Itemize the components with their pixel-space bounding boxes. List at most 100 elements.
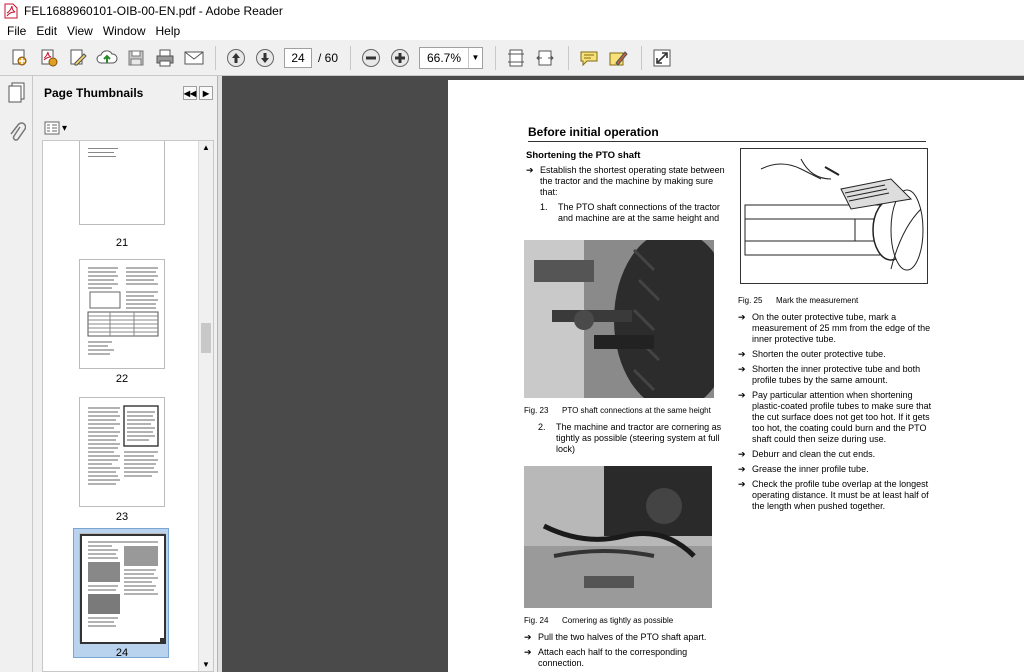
comment-button[interactable] [575, 45, 602, 71]
page-thumbnails-panel: Page Thumbnails ◀◀ ▶ ▾ 21 22 23 24 ▲ ▼ [34, 76, 218, 672]
arrow-right-icon: ➔ [526, 165, 534, 175]
scroll-up-icon[interactable]: ▲ [202, 143, 210, 152]
panel-next-button[interactable]: ▶ [199, 86, 213, 100]
upload-button[interactable] [93, 45, 120, 71]
instruction-step: ➔ Pay particular attention when shorteni… [738, 390, 932, 444]
scroll-down-icon[interactable]: ▼ [202, 660, 210, 669]
toolbar-separator [641, 45, 643, 70]
fit-width-icon [535, 50, 554, 65]
instruction-step: ➔ Grease the inner profile tube. [738, 464, 869, 474]
chevron-down-icon: ▾ [62, 122, 68, 134]
arrow-right-icon: ➔ [738, 464, 746, 474]
left-column: Shortening the PTO shaft ➔ Establish the… [526, 150, 726, 228]
numbered-item: 1. The PTO shaft connections of the trac… [540, 202, 720, 223]
highlight-button[interactable] [604, 45, 631, 71]
instruction-step: ➔ Shorten the outer protective tube. [738, 349, 886, 359]
email-button[interactable] [180, 45, 207, 71]
menu-view[interactable]: View [64, 24, 100, 38]
fit-width-button[interactable] [531, 45, 558, 71]
numbered-item: 2. The machine and tractor are cornering… [538, 422, 722, 454]
edit-pdf-button[interactable] [64, 45, 91, 71]
arrow-right-icon: ➔ [738, 390, 746, 400]
thumbnail-label: 24 [115, 647, 129, 659]
thumbnail-preview [88, 405, 159, 485]
menu-help[interactable]: Help [153, 24, 188, 38]
menu-window[interactable]: Window [100, 24, 153, 38]
attachments-toggle[interactable] [6, 122, 28, 144]
thumbnail-page-23[interactable] [79, 397, 165, 507]
thumbnails-scrollbar[interactable]: ▲ ▼ [198, 141, 213, 671]
cloud-upload-icon [96, 49, 118, 63]
next-page-button[interactable] [251, 45, 278, 71]
instruction-step: ➔ Deburr and clean the cut ends. [738, 449, 876, 459]
envelope-icon [184, 51, 203, 64]
instruction-step: ➔ Shorten the inner protective tube and … [738, 364, 921, 385]
resize-handle[interactable] [160, 638, 166, 644]
current-view-frame[interactable] [80, 534, 166, 644]
save-button[interactable] [122, 45, 149, 71]
arrow-right-icon: ➔ [738, 479, 746, 489]
toolbar-separator [350, 45, 352, 70]
expand-button[interactable] [648, 45, 675, 71]
pdf-page: Before initial operation Shortening the … [448, 80, 1024, 672]
zoom-value: 66.7% [427, 50, 462, 65]
title-bar: FEL1688960101-OIB-00-EN.pdf - Adobe Read… [0, 0, 1024, 22]
page-thumbnails-toggle[interactable] [6, 82, 28, 104]
expand-arrows-icon [653, 49, 671, 66]
instruction-step: ➔ Establish the shortest operating state… [526, 165, 725, 197]
arrow-right-icon: ➔ [738, 364, 746, 374]
document-view[interactable]: Before initial operation Shortening the … [222, 76, 1024, 672]
instruction-step: ➔ Pull the two halves of the PTO shaft a… [524, 632, 707, 642]
arrow-right-icon: ➔ [738, 349, 746, 359]
paperclip-icon [10, 122, 26, 141]
thumbnails-list[interactable]: 21 22 23 24 ▲ ▼ [42, 140, 214, 672]
panel-title: Page Thumbnails [44, 86, 144, 100]
chevron-down-icon[interactable]: ▼ [468, 47, 482, 68]
arrow-right-icon: ➔ [738, 449, 746, 459]
scrollbar-thumb[interactable] [201, 323, 211, 353]
fit-page-button[interactable] [502, 45, 529, 71]
create-pdf-button[interactable] [6, 45, 33, 71]
zoom-out-button[interactable] [357, 45, 384, 71]
menu-file[interactable]: File [4, 24, 33, 38]
previous-page-button[interactable] [222, 45, 249, 71]
thumbnail-label: 21 [115, 237, 129, 249]
plus-circle-icon [390, 48, 409, 67]
figure-24-caption-and-steps: Fig. 24 Cornering as tightly as possible… [524, 612, 724, 672]
thumbnail-preview [87, 267, 159, 355]
page-total: / 60 [318, 50, 339, 65]
thumbnail-page-21[interactable] [79, 141, 165, 225]
page-heading: Before initial operation [528, 125, 926, 142]
toolbar-separator [568, 45, 570, 70]
page-number-input[interactable]: 24 [284, 47, 312, 68]
panel-header: Page Thumbnails ◀◀ ▶ [34, 76, 217, 110]
speech-bubble-icon [580, 51, 598, 66]
right-column: Fig. 25 Mark the measurement ➔ On the ou… [738, 292, 934, 516]
menu-edit[interactable]: Edit [33, 24, 64, 38]
figure-23-caption: Fig. 23 PTO shaft connections at the sam… [524, 402, 724, 459]
figure-25-image [740, 148, 928, 284]
zoom-in-button[interactable] [386, 45, 413, 71]
fit-page-icon [507, 49, 524, 66]
toolbar: 24 / 60 66.7% ▼ [0, 40, 1024, 76]
toolbar-separator [495, 45, 497, 70]
print-button[interactable] [151, 45, 178, 71]
combine-files-button[interactable] [35, 45, 62, 71]
arrow-right-icon: ➔ [524, 632, 532, 642]
collapse-panel-button[interactable]: ◀◀ [183, 86, 197, 100]
arrow-up-circle-icon [226, 48, 245, 67]
edit-pdf-icon [70, 49, 87, 65]
instruction-step: ➔ On the outer protective tube, mark a m… [738, 312, 931, 344]
thumbnail-page-22[interactable] [79, 259, 165, 369]
pages-icon [8, 82, 25, 103]
save-icon [128, 50, 143, 65]
arrow-right-icon: ➔ [524, 647, 532, 657]
thumbnail-label: 23 [115, 511, 129, 523]
combine-files-icon [41, 49, 57, 66]
zoom-select[interactable]: 66.7% ▼ [419, 46, 484, 69]
thumbnail-label: 22 [115, 373, 129, 385]
thumbnail-options-button[interactable]: ▾ [44, 120, 70, 136]
options-icon [44, 121, 60, 135]
thumbnail-page-24[interactable] [79, 533, 166, 644]
printer-icon [156, 49, 173, 66]
